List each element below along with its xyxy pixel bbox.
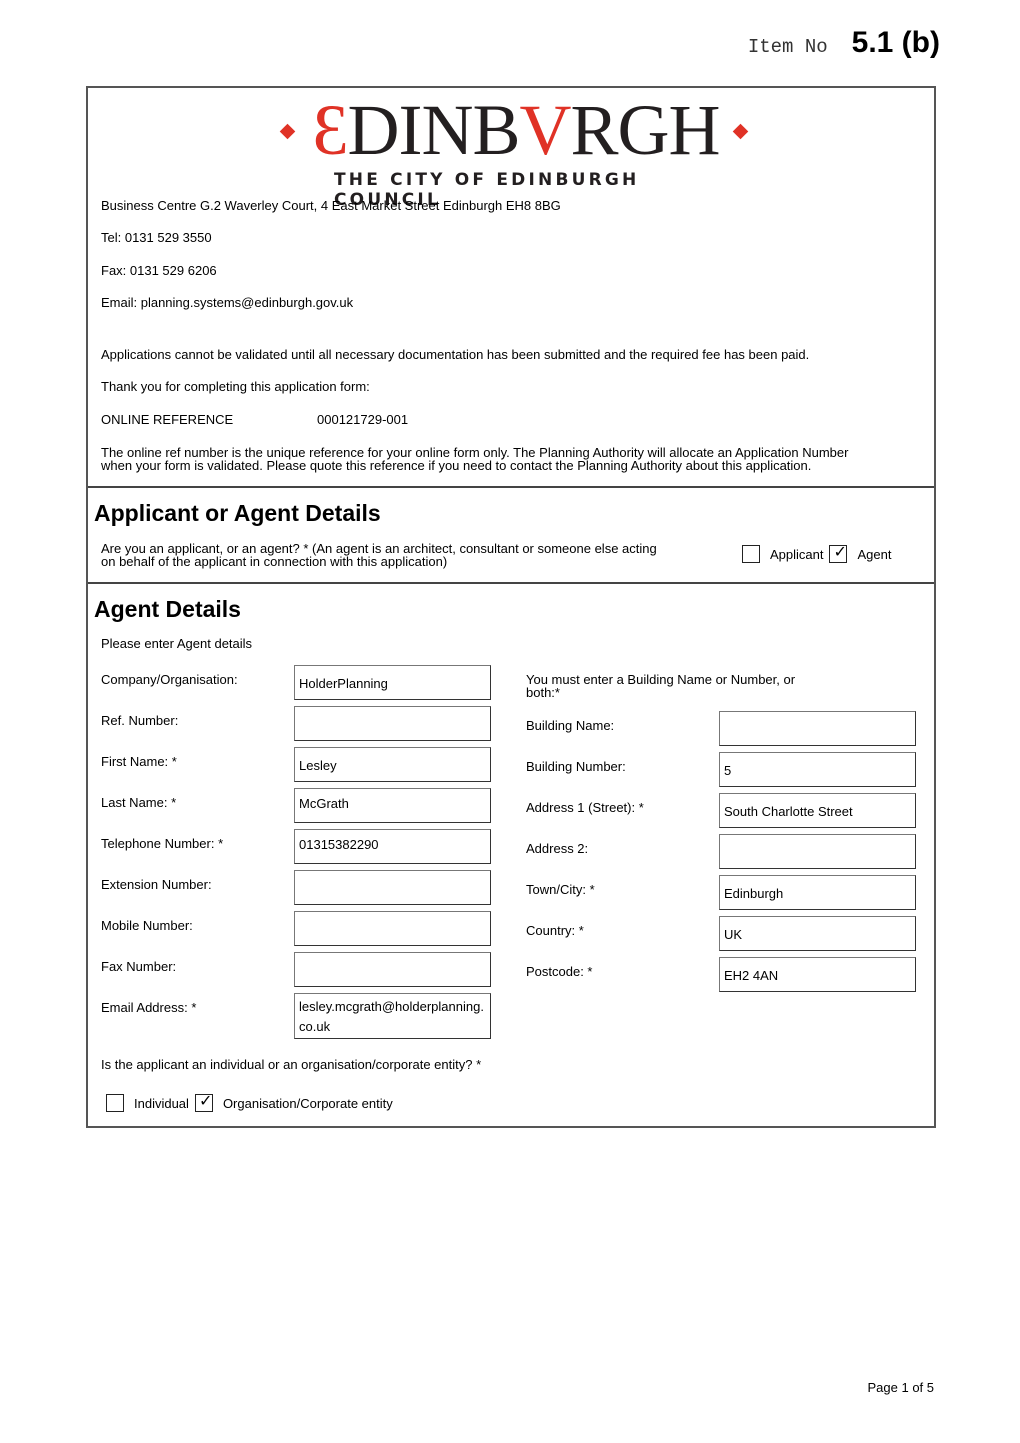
fax-number-label: Fax Number: [101, 959, 177, 974]
address-1-field[interactable]: South Charlotte Street [719, 793, 916, 828]
building-name-label: Building Name: [526, 718, 615, 733]
reference-note-line-2: when your form is validated. Please quot… [101, 458, 812, 473]
applicant-checkbox-label: Applicant [770, 546, 824, 562]
section-title-applicant-or-agent: Applicant or Agent Details [94, 500, 381, 526]
council-email: Email: planning.systems@edinburgh.gov.uk [101, 295, 354, 310]
organisation-checkbox[interactable]: ✓ [194, 1093, 213, 1112]
first-name-field[interactable]: Lesley [294, 747, 491, 782]
applicant-agent-choice: Applicant ✓ Agent [742, 544, 897, 563]
item-number-label: Item No [747, 36, 828, 58]
address-2-label: Address 2: [526, 841, 589, 856]
building-number-field[interactable]: 5 [719, 752, 916, 787]
council-address: Business Centre G.2 Waverley Court, 4 Ea… [101, 198, 561, 213]
applicant-checkbox[interactable] [742, 545, 760, 563]
council-telephone: Tel: 0131 529 3550 [101, 230, 212, 245]
validation-note: Applications cannot be validated until a… [101, 347, 810, 362]
edinburgh-council-logo: ƐDINBVRGH THE CITY OF EDINBURGH COUNCIL [276, 90, 749, 210]
country-label: Country: * [526, 923, 584, 938]
email-address-label: Email Address: * [101, 1000, 197, 1015]
address-1-label: Address 1 (Street): * [526, 800, 644, 815]
town-city-label: Town/City: * [526, 882, 595, 897]
extension-number-label: Extension Number: [101, 877, 212, 892]
agent-checkbox-label: Agent [857, 546, 892, 562]
page-number: Page 1 of 5 [867, 1380, 935, 1395]
logo-wordmark: ƐDINBVRGH [312, 90, 720, 170]
building-number-label: Building Number: [526, 759, 626, 774]
last-name-field[interactable]: McGrath [294, 788, 491, 823]
checkmark-icon: ✓ [833, 544, 847, 561]
ref-number-label: Ref. Number: [101, 713, 179, 728]
company-organisation-field[interactable]: HolderPlanning [294, 665, 491, 700]
entity-choice: Individual ✓ Organisation/Corporate enti… [106, 1093, 399, 1112]
council-fax: Fax: 0131 529 6206 [101, 263, 217, 278]
first-name-label: First Name: * [101, 754, 177, 769]
agent-details-section: Agent Details Please enter Agent details… [88, 584, 934, 1128]
mobile-number-label: Mobile Number: [101, 918, 193, 933]
telephone-number-field[interactable]: 01315382290 [294, 829, 491, 864]
individual-checkbox[interactable] [106, 1094, 124, 1112]
address-2-field[interactable] [719, 834, 916, 869]
extension-number-field[interactable] [294, 870, 491, 905]
entity-question: Is the applicant an individual or an org… [101, 1057, 482, 1072]
building-name-field[interactable] [719, 711, 916, 746]
building-note-line-1: You must enter a Building Name or Number… [526, 672, 796, 687]
fax-number-field[interactable] [294, 952, 491, 987]
thank-you-text: Thank you for completing this applicatio… [101, 379, 370, 394]
online-reference-value: 000121729-001 [317, 412, 409, 427]
country-field[interactable]: UK [719, 916, 916, 951]
item-number-value: 5.1 (b) [851, 26, 940, 59]
last-name-label: Last Name: * [101, 795, 177, 810]
section-title-agent-details: Agent Details [94, 596, 241, 622]
individual-checkbox-label: Individual [134, 1095, 189, 1111]
online-reference-label: ONLINE REFERENCE [101, 412, 234, 427]
town-city-field[interactable]: Edinburgh [719, 875, 916, 910]
agent-details-intro: Please enter Agent details [101, 636, 253, 651]
building-note-line-2: both:* [526, 685, 560, 700]
email-address-field[interactable]: lesley.mcgrath@holderplanning.co.uk [294, 993, 491, 1039]
applicant-or-agent-section: Applicant or Agent Details Are you an ap… [88, 488, 934, 584]
council-header-section: ƐDINBVRGH THE CITY OF EDINBURGH COUNCIL … [88, 88, 934, 488]
postcode-field[interactable]: EH2 4AN [719, 957, 916, 992]
agent-checkbox[interactable]: ✓ [829, 544, 848, 563]
checkmark-icon: ✓ [198, 1093, 213, 1110]
mobile-number-field[interactable] [294, 911, 491, 946]
organisation-checkbox-label: Organisation/Corporate entity [222, 1095, 393, 1111]
telephone-number-label: Telephone Number: * [101, 836, 224, 851]
ref-number-field[interactable] [294, 706, 491, 741]
applicant-agent-question-line-2: on behalf of the applicant in connection… [101, 554, 448, 569]
logo-diamond-left-icon [279, 123, 296, 140]
postcode-label: Postcode: * [526, 964, 593, 979]
item-number: Item No 5.1 (b) [748, 26, 940, 60]
company-organisation-label: Company/Organisation: [101, 672, 238, 687]
application-form: ƐDINBVRGH THE CITY OF EDINBURGH COUNCIL … [86, 86, 936, 1128]
